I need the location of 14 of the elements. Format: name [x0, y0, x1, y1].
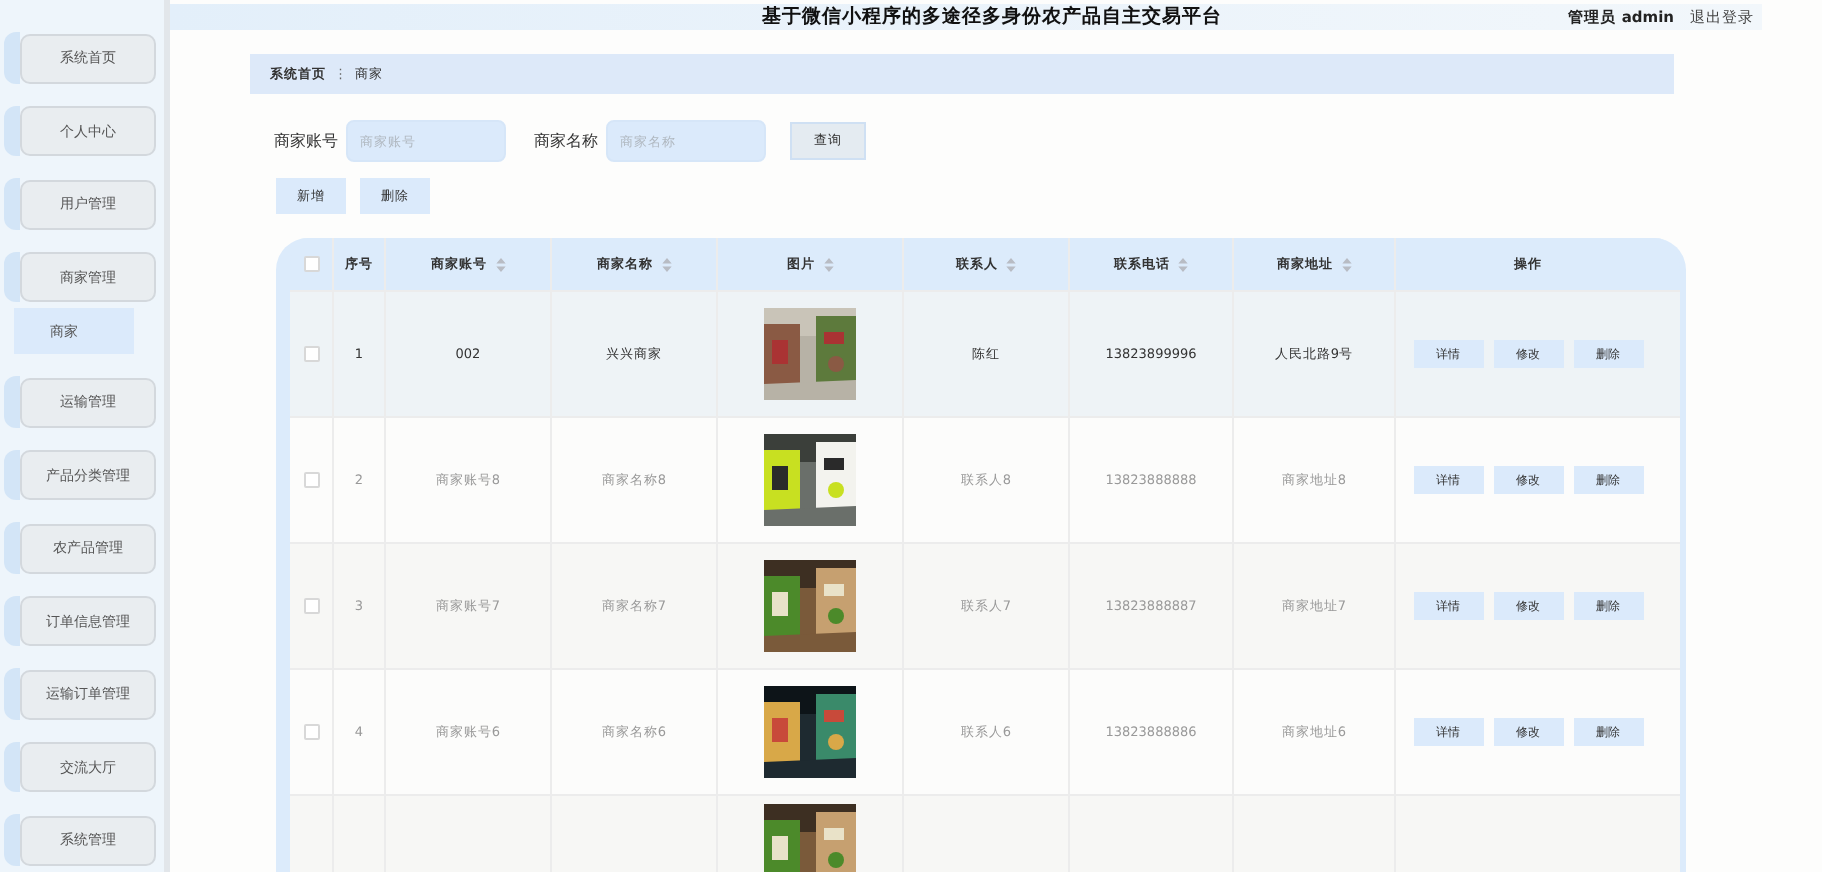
sort-icon[interactable]	[661, 257, 671, 271]
row-checkbox[interactable]	[303, 346, 319, 362]
field-label: 商家名称	[534, 130, 598, 152]
sort-icon[interactable]	[1341, 257, 1351, 271]
sort-icon[interactable]	[823, 257, 833, 271]
sort-icon[interactable]	[1178, 257, 1188, 271]
field-label: 商家账号	[274, 130, 338, 152]
app-title: 基于微信小程序的多途径多身份农产品自主交易平台	[762, 4, 1222, 30]
row-checkbox[interactable]	[303, 598, 319, 614]
sort-icon[interactable]	[495, 257, 505, 271]
row-checkbox[interactable]	[303, 724, 319, 740]
select-all-checkbox[interactable]	[303, 256, 319, 272]
row-checkbox[interactable]	[303, 472, 319, 488]
sort-icon[interactable]	[1006, 257, 1016, 271]
